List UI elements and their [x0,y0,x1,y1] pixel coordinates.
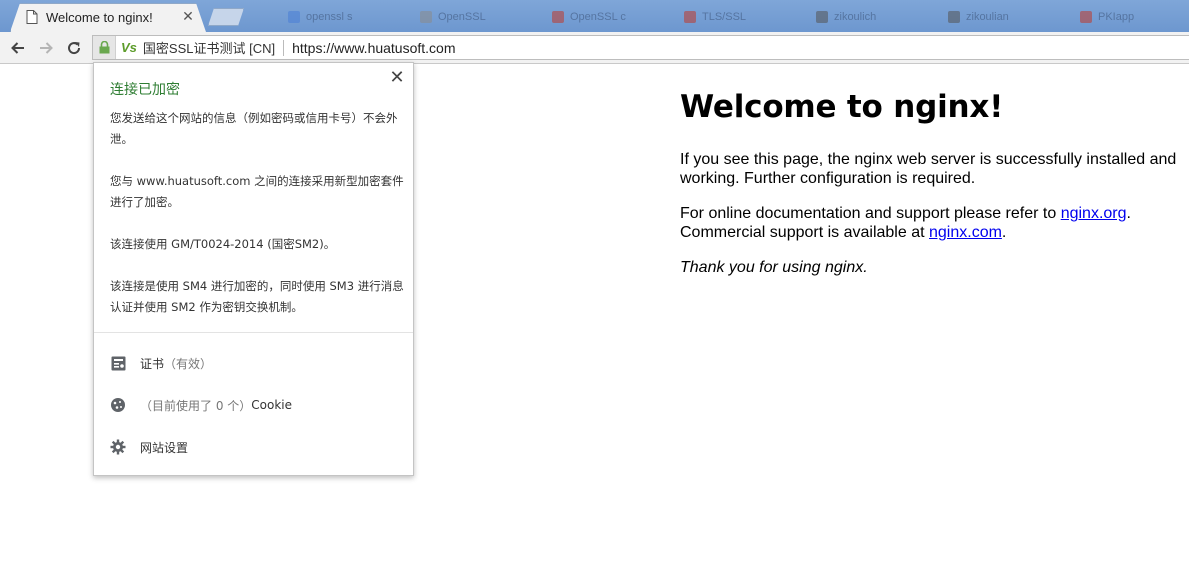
cookie-count: （目前使用了 0 个） [140,398,252,413]
background-tab[interactable]: zikoulian [948,6,1068,28]
cookies-row[interactable]: （目前使用了 0 个） Cookie [110,395,292,415]
site-settings-row[interactable]: 网站设置 [110,437,188,457]
browser-toolbar: Vs 国密SSL证书测试 [CN] https://www.huatusoft.… [0,32,1189,64]
favicon-icon [288,11,300,23]
favicon-icon [816,11,828,23]
popup-close-icon[interactable]: ✕ [389,69,405,87]
forward-arrow-icon [40,42,53,54]
certificate-icon [110,355,126,371]
background-tab-title: openssl s [306,11,353,23]
thanks-text: Thank you for using nginx. [680,258,1185,277]
popup-paragraph: 该连接是使用 SM4 进行加密的，同时使用 SM3 进行消息认证并使用 SM2 … [110,279,404,314]
popup-title: 连接已加密 [110,82,180,98]
background-tab-title: PKIapp [1098,11,1135,23]
address-separator [283,39,285,56]
site-info-button[interactable] [93,36,116,59]
certificate-row[interactable]: 证书 （有效） [110,353,212,373]
background-tab-title: zikoulian [966,11,1009,23]
background-tab[interactable]: PKIapp [1080,6,1180,28]
support-text: . [1126,205,1131,222]
popup-description: 您发送给这个网站的信息（例如密码或信用卡号）不会外泄。 您与 www.huatu… [110,108,404,339]
tab-welcome-nginx[interactable]: Welcome to nginx! ✕ [20,3,198,31]
popup-paragraph: 您发送给这个网站的信息（例如密码或信用卡号）不会外泄。 [110,111,398,146]
favicon-icon [552,11,564,23]
back-button[interactable] [7,37,29,59]
new-tab-button[interactable] [208,8,244,26]
nginx-com-link[interactable]: nginx.com [929,224,1002,241]
nginx-org-link[interactable]: nginx.org [1061,205,1127,222]
favicon-icon [684,11,696,23]
vs-logo: Vs [121,40,137,55]
address-bar[interactable]: Vs 国密SSL证书测试 [CN] https://www.huatusoft.… [92,35,1189,60]
page-icon [26,10,38,24]
support-text: For online documentation and support ple… [680,205,1061,222]
background-tab[interactable]: OpenSSL [420,6,540,28]
url-text[interactable]: https://www.huatusoft.com [292,40,455,56]
tab-close-icon[interactable]: ✕ [180,9,196,25]
site-settings-label: 网站设置 [140,440,189,455]
background-tab-title: OpenSSL c [570,11,626,23]
cookie-icon [110,397,126,413]
background-tab-title: OpenSSL [438,11,486,23]
forward-button[interactable] [35,37,57,59]
reload-button[interactable] [63,37,85,59]
favicon-icon [948,11,960,23]
certificate-status: （有效） [164,356,213,371]
background-tab[interactable]: OpenSSL c [552,6,672,28]
support-text: . [1001,224,1007,241]
background-tab-title: TLS/SSL [702,11,747,23]
thanks-text-italic: Thank you for using nginx. [680,259,868,276]
intro-paragraph: If you see this page, the nginx web serv… [680,151,1177,187]
gear-icon [110,439,126,455]
page-heading: Welcome to nginx! [680,89,1004,125]
favicon-icon [420,11,432,23]
site-identity-label[interactable]: 国密SSL证书测试 [CN] [143,38,275,57]
support-paragraph: For online documentation and support ple… [680,204,1185,242]
background-tab[interactable]: openssl s [288,6,408,28]
connection-info-popup: ✕ 连接已加密 您发送给这个网站的信息（例如密码或信用卡号）不会外泄。 您与 w… [93,62,414,476]
cookie-label: Cookie [251,398,292,412]
tab-title: Welcome to nginx! [46,9,153,25]
favicon-icon [1080,11,1092,23]
background-tab-title: zikoulich [834,11,877,23]
popup-divider [94,332,413,333]
page-content: Welcome to nginx! If you see this page, … [680,88,1185,293]
popup-paragraph: 该连接使用 GM/T0024-2014 (国密SM2)。 [110,237,336,251]
tab-strip: Welcome to nginx! ✕ openssl s OpenSSL Op… [0,0,1189,32]
popup-paragraph: 您与 www.huatusoft.com 之间的连接采用新型加密套件进行了加密。 [110,174,404,209]
certificate-label: 证书 [140,356,165,371]
back-arrow-icon [11,42,24,54]
background-tab[interactable]: zikoulich [816,6,936,28]
reload-icon [68,42,81,55]
lock-icon [99,41,109,54]
support-text: Commercial support is available at [680,224,929,241]
background-tab[interactable]: TLS/SSL [684,6,804,28]
